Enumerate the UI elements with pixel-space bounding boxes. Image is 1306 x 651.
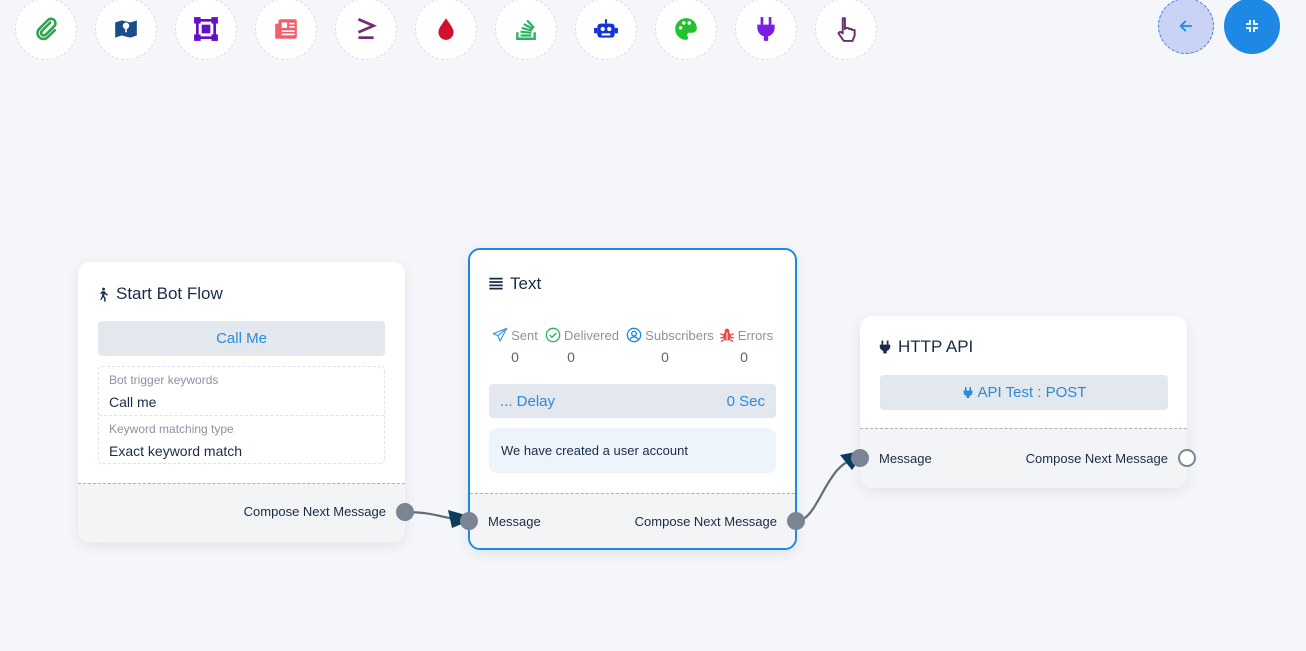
stack-button[interactable]	[495, 0, 557, 60]
field-matching-type: Keyword matching type Exact keyword matc…	[109, 422, 242, 459]
bug-icon	[719, 328, 734, 343]
stat-delivered: Delivered 0	[542, 327, 622, 365]
divider	[99, 415, 384, 416]
node-footer: Message Compose Next Message	[860, 428, 1187, 488]
input-label: Message	[488, 514, 541, 529]
message-text: We have created a user account	[501, 443, 688, 458]
field-label: Keyword matching type	[109, 422, 234, 436]
node-header: HTTP API	[878, 337, 973, 357]
api-output-handle[interactable]	[1178, 449, 1196, 467]
newspaper-icon	[275, 19, 297, 39]
field-value: Call me	[109, 394, 157, 410]
map-button[interactable]	[95, 0, 157, 60]
greater-equal-icon	[357, 18, 378, 40]
plug-button[interactable]	[735, 0, 797, 60]
stat-subscribers: Subscribers 0	[624, 327, 716, 365]
node-title: HTTP API	[898, 337, 974, 356]
map-icon	[115, 20, 137, 38]
node-header: Start Bot Flow	[96, 284, 223, 304]
delay-bar[interactable]: ... Delay 0 Sec	[489, 384, 776, 418]
field-value: Exact keyword match	[109, 443, 243, 459]
arrow-left-icon	[1179, 20, 1193, 32]
condition-button[interactable]	[335, 0, 397, 60]
user-circle-icon	[626, 327, 642, 343]
call-me-button[interactable]: Call Me	[98, 321, 385, 356]
trigger-fields: Bot trigger keywords Call me Keyword mat…	[98, 366, 385, 464]
output-label: Compose Next Message	[1025, 451, 1168, 466]
pointer-button[interactable]	[815, 0, 877, 60]
output-label: Compose Next Message	[634, 514, 777, 529]
stat-label: Errors	[737, 327, 774, 343]
back-button[interactable]	[1158, 0, 1214, 54]
text-output-handle[interactable]	[787, 512, 805, 530]
call-me-label: Call Me	[216, 330, 267, 347]
stat-value: 0	[567, 349, 575, 365]
api-input-handle[interactable]	[851, 449, 869, 467]
plug-icon	[879, 340, 891, 354]
delay-label: ... Delay	[500, 392, 556, 410]
field-label: Bot trigger keywords	[109, 373, 219, 387]
node-header: Text	[488, 274, 541, 294]
text-node[interactable]: Text Sent 0 Delivered 0 Subscribers 0 Er…	[468, 248, 797, 550]
robot-button[interactable]	[575, 0, 637, 60]
api-test-button[interactable]: API Test : POST	[880, 375, 1168, 410]
paper-plane-icon	[492, 327, 508, 342]
node-footer: Compose Next Message	[78, 483, 405, 542]
connection-line	[795, 456, 861, 523]
text-input-handle[interactable]	[460, 512, 478, 530]
plug-icon	[757, 17, 775, 41]
collapse-button[interactable]	[1224, 0, 1280, 54]
output-label: Compose Next Message	[243, 504, 386, 519]
stat-label: Sent	[511, 327, 538, 343]
palette-button[interactable]	[655, 0, 717, 60]
hand-pointer-icon	[837, 17, 856, 42]
attachment-icon	[36, 17, 57, 41]
attachment-button[interactable]	[15, 0, 77, 60]
compress-icon	[1246, 20, 1258, 32]
check-circle-icon	[545, 327, 561, 343]
vector-square-icon	[194, 17, 218, 41]
field-trigger-keywords: Bot trigger keywords Call me	[109, 373, 218, 410]
http-api-node[interactable]: HTTP API API Test : POST Message Compose…	[860, 316, 1187, 488]
align-justify-icon	[489, 277, 503, 290]
start-bot-flow-node[interactable]: Start Bot Flow Call Me Bot trigger keywo…	[78, 262, 405, 542]
newspaper-button[interactable]	[255, 0, 317, 60]
stat-label: Subscribers	[645, 327, 714, 343]
robot-icon	[594, 19, 618, 38]
stat-value: 0	[740, 349, 748, 365]
stat-label: Delivered	[564, 327, 619, 343]
stat-value: 0	[661, 349, 669, 365]
vector-button[interactable]	[175, 0, 237, 60]
input-label: Message	[879, 451, 932, 466]
palette-icon	[675, 18, 697, 40]
drop-button[interactable]	[415, 0, 477, 60]
stack-icon	[516, 19, 536, 40]
start-output-handle[interactable]	[396, 503, 414, 521]
stat-errors: Errors 0	[715, 327, 777, 365]
node-title: Start Bot Flow	[116, 284, 223, 303]
walking-icon	[100, 287, 108, 302]
drop-icon	[438, 18, 454, 40]
delay-value: 0 Sec	[726, 392, 765, 410]
node-title: Text	[510, 274, 542, 293]
api-test-label: API Test : POST	[977, 384, 1087, 401]
message-preview[interactable]: We have created a user account	[489, 428, 776, 473]
node-footer: Message Compose Next Message	[470, 493, 795, 548]
plug-icon	[963, 387, 973, 398]
